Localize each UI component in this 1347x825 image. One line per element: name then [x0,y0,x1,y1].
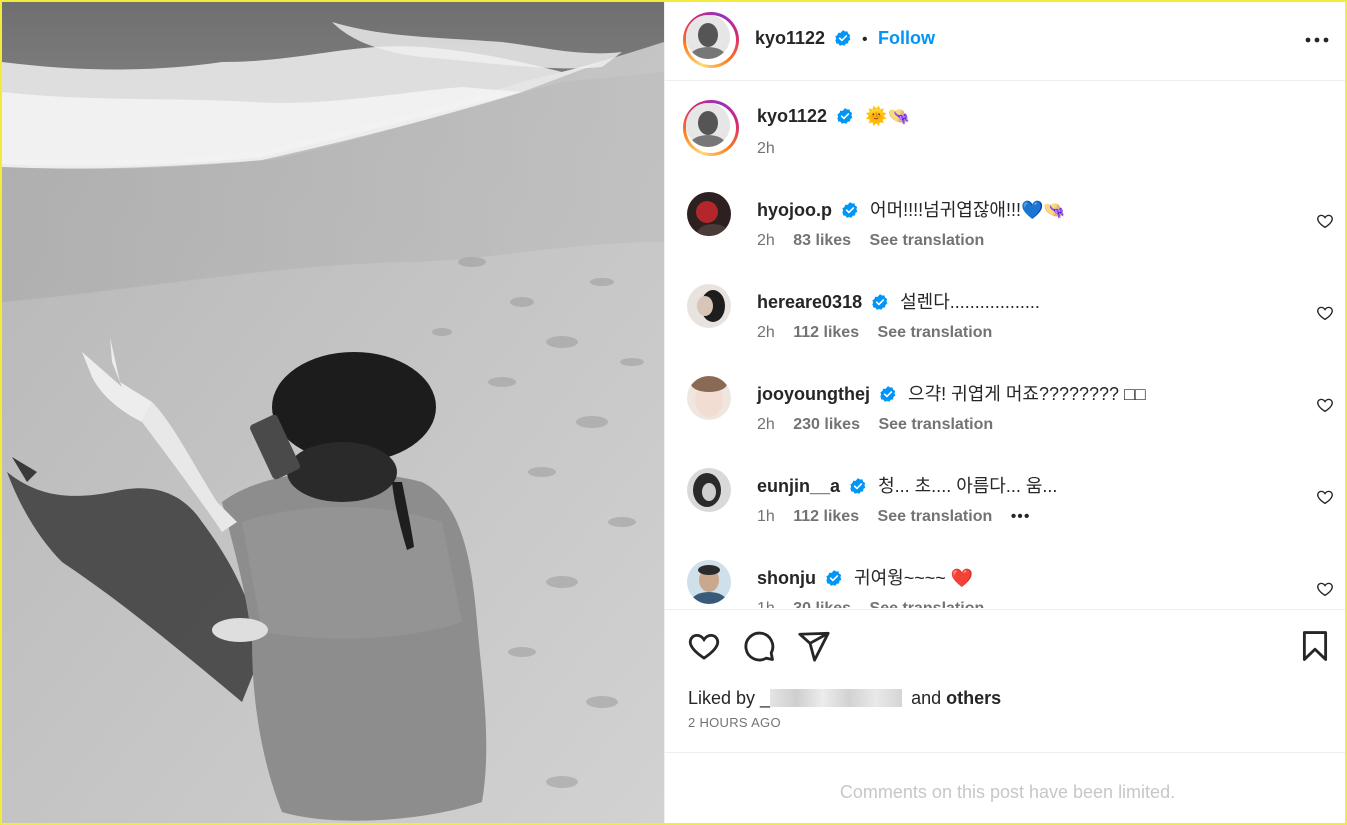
comment-time: 1h [757,508,775,525]
comment-more-options-icon[interactable]: ••• [1011,508,1031,525]
see-translation-link[interactable]: See translation [870,232,985,249]
comment-likes[interactable]: 30 likes [793,600,851,608]
commenter-avatar[interactable] [687,560,731,604]
post-caption: kyo1122 🌞👒 2h [665,82,1345,174]
comment-likes[interactable]: 112 likes [793,508,859,525]
liked-by-others-link[interactable]: others [946,688,1001,708]
comment-likes[interactable]: 230 likes [793,416,860,433]
heart-icon[interactable] [687,629,721,663]
follow-button[interactable]: Follow [878,28,935,48]
verified-badge-icon [826,570,842,586]
commenter-avatar[interactable] [687,468,731,512]
see-translation-link[interactable]: See translation [878,416,993,433]
author-avatar[interactable] [683,12,739,68]
comment-time: 2h [757,416,775,433]
post-timestamp[interactable]: 2 HOURS AGO [688,715,781,730]
comment-like-heart-icon[interactable] [1316,304,1334,322]
verified-badge-icon [837,108,853,124]
comment-likes[interactable]: 112 likes [793,324,859,341]
liked-by-user-redacted[interactable] [770,689,903,707]
comment-text: 어머!!!!넘귀엽잖애!!!💙👒 [870,200,1066,220]
liked-by-line: Liked by _ and others [688,688,1001,709]
verified-badge-icon [850,478,866,494]
comment-time: 1h [757,600,775,608]
commenter-username[interactable]: hereare0318 [757,292,862,312]
verified-badge-icon [872,294,888,310]
verified-badge-icon [880,386,896,402]
comment-text: 으갹! 귀엽게 머죠???????? □□ [908,384,1146,404]
commenter-username[interactable]: jooyoungthej [757,384,870,404]
liked-by-and: and [911,688,942,708]
comment-like-heart-icon[interactable] [1316,580,1334,598]
commenter-avatar[interactable] [687,192,731,236]
share-icon[interactable] [797,629,831,663]
comment-row: shonju 귀여웡~~~~ ❤️ 1h 30 likes See transl… [665,542,1345,608]
comment-icon[interactable] [742,629,776,663]
beach-photo-image [2,2,664,823]
comment-text: 설렌다.................. [900,292,1040,312]
comment-like-heart-icon[interactable] [1316,488,1334,506]
caption-author-avatar[interactable] [683,100,739,156]
post-photo[interactable] [2,2,664,823]
comment-like-heart-icon[interactable] [1316,212,1334,230]
comment-row: eunjin__a 청... 초.... 아름다... 움... 1h 112 … [665,450,1345,542]
post-modal: kyo1122 • Follow kyo1122 � [0,0,1347,825]
comment-row: jooyoungthej 으갹! 귀엽게 머죠???????? □□ 2h 23… [665,358,1345,450]
post-actions: Liked by _ and others 2 HOURS AGO [665,609,1345,752]
see-translation-link[interactable]: See translation [878,508,993,525]
commenter-username[interactable]: shonju [757,568,816,588]
comment-text: 귀여웡~~~~ ❤️ [854,568,974,588]
see-translation-link[interactable]: See translation [870,600,985,608]
comment-like-heart-icon[interactable] [1316,396,1334,414]
comment-likes[interactable]: 83 likes [793,232,851,249]
caption-time: 2h [757,140,775,157]
more-options-icon[interactable] [1304,29,1330,51]
commenter-avatar[interactable] [687,284,731,328]
liked-by-prefix: Liked by _ [688,688,771,708]
post-details-panel: kyo1122 • Follow kyo1122 � [664,2,1345,823]
verified-badge-icon [834,30,850,46]
comment-row: hereare0318 설렌다.................. 2h 112… [665,266,1345,358]
comment-row: hyojoo.p 어머!!!!넘귀엽잖애!!!💙👒 2h 83 likes Se… [665,174,1345,266]
caption-text: 🌞👒 [865,106,910,126]
verified-badge-icon [842,202,858,218]
commenter-username[interactable]: eunjin__a [757,476,840,496]
caption-username[interactable]: kyo1122 [757,106,827,126]
comment-text: 청... 초.... 아름다... 움... [878,476,1058,496]
commenter-avatar[interactable] [687,376,731,420]
author-username[interactable]: kyo1122 [755,28,825,48]
comments-limited-notice: Comments on this post have been limited. [665,752,1345,823]
see-translation-link[interactable]: See translation [878,324,993,341]
commenter-username[interactable]: hyojoo.p [757,200,832,220]
header-separator: • [861,31,868,48]
comments-list[interactable]: kyo1122 🌞👒 2h hyojoo.p 어머!!!!넘귀엽잖애!!!💙👒 [665,82,1345,608]
post-header: kyo1122 • Follow [665,2,1345,81]
comment-time: 2h [757,232,775,249]
comment-time: 2h [757,324,775,341]
bookmark-icon[interactable] [1298,629,1332,663]
